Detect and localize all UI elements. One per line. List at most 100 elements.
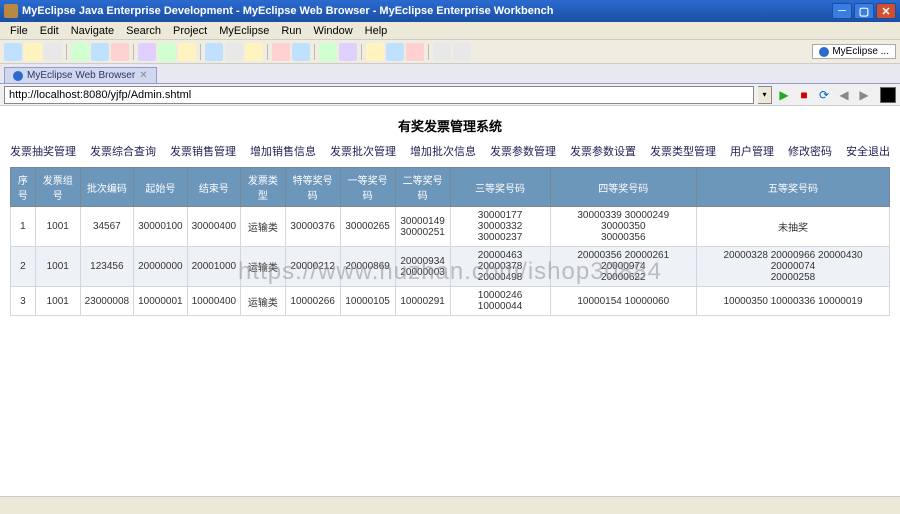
- menu-project[interactable]: Project: [167, 25, 213, 37]
- menu-search[interactable]: Search: [120, 25, 167, 37]
- reload-icon[interactable]: ⟳: [816, 87, 832, 103]
- refresh-icon[interactable]: [339, 43, 357, 61]
- table-cell: 30000100: [134, 207, 188, 247]
- new-class-icon[interactable]: [245, 43, 263, 61]
- menu-help[interactable]: Help: [359, 25, 394, 37]
- table-cell: 运输类: [241, 287, 286, 316]
- browser-address-bar: ▾ ▶ ■ ⟳ ◀ ▶: [0, 84, 900, 106]
- table-cell: 20000000: [134, 247, 188, 287]
- table-cell: 20001000: [187, 247, 241, 287]
- table-cell: 123456: [80, 247, 134, 287]
- nav-item[interactable]: 发票批次管理: [330, 143, 396, 159]
- tab-close-icon[interactable]: ✕: [139, 70, 147, 81]
- tab-browser[interactable]: MyEclipse Web Browser ✕: [4, 67, 157, 83]
- search-icon[interactable]: [272, 43, 290, 61]
- new-package-icon[interactable]: [225, 43, 243, 61]
- debug-icon[interactable]: [138, 43, 156, 61]
- table-cell: 运输类: [241, 247, 286, 287]
- menu-myeclipse[interactable]: MyEclipse: [213, 25, 275, 37]
- col-header: 五等奖号码: [697, 168, 890, 207]
- annotate-icon[interactable]: [292, 43, 310, 61]
- table-cell: 30000149 30000251: [395, 207, 450, 247]
- new-project-icon[interactable]: [205, 43, 223, 61]
- col-header: 二等奖号码: [395, 168, 450, 207]
- address-input[interactable]: [4, 86, 754, 104]
- run-icon[interactable]: [158, 43, 176, 61]
- table-cell: 运输类: [241, 207, 286, 247]
- forward-nav-icon[interactable]: [453, 43, 471, 61]
- build-icon[interactable]: [366, 43, 384, 61]
- nav-item[interactable]: 增加批次信息: [410, 143, 476, 159]
- save-icon[interactable]: [24, 43, 42, 61]
- go-icon[interactable]: ▶: [776, 87, 792, 103]
- table-cell: 20000328 20000966 20000430 20000074 2000…: [697, 247, 890, 287]
- table-row: 210011234562000000020001000运输类2000021220…: [11, 247, 890, 287]
- menu-bar: File Edit Navigate Search Project MyEcli…: [0, 22, 900, 40]
- browser-viewport: 有奖发票管理系统 发票抽奖管理 发票综合查询 发票销售管理 增加销售信息 发票批…: [0, 106, 900, 322]
- menu-window[interactable]: Window: [308, 25, 359, 37]
- table-cell: 20000463 20000378 20000498: [450, 247, 550, 287]
- deploy-icon[interactable]: [71, 43, 89, 61]
- nav-item[interactable]: 发票参数管理: [490, 143, 556, 159]
- new-icon[interactable]: [4, 43, 22, 61]
- nav-item[interactable]: 发票销售管理: [170, 143, 236, 159]
- nav-item[interactable]: 增加销售信息: [250, 143, 316, 159]
- table-row: 31001230000081000000110000400运输类10000266…: [11, 287, 890, 316]
- col-header: 发票类型: [241, 168, 286, 207]
- nav-item[interactable]: 修改密码: [788, 143, 832, 159]
- stop-icon[interactable]: ■: [796, 87, 812, 103]
- table-cell: 未抽奖: [697, 207, 890, 247]
- window-titlebar: MyEclipse Java Enterprise Development - …: [0, 0, 900, 22]
- menu-run[interactable]: Run: [275, 25, 307, 37]
- table-cell: 10000266: [285, 287, 340, 316]
- address-dropdown-icon[interactable]: ▾: [758, 86, 772, 104]
- nav-item[interactable]: 发票参数设置: [570, 143, 636, 159]
- external-tools-icon[interactable]: [178, 43, 196, 61]
- minimize-button[interactable]: ─: [832, 3, 852, 19]
- bookmark-icon[interactable]: [406, 43, 424, 61]
- server-icon[interactable]: [91, 43, 109, 61]
- nav-item[interactable]: 用户管理: [730, 143, 774, 159]
- page-title: 有奖发票管理系统: [10, 112, 890, 143]
- browser-tab-icon: [13, 71, 23, 81]
- table-cell: 10000291: [395, 287, 450, 316]
- table-header-row: 序号 发票组号 批次编码 起始号 结束号 发票类型 特等奖号码 一等奖号码 二等…: [11, 168, 890, 207]
- table-cell: 30000376: [285, 207, 340, 247]
- table-cell: 30000339 30000249 30000350 30000356: [550, 207, 696, 247]
- maximize-button[interactable]: ▢: [854, 3, 874, 19]
- table-cell: 10000154 10000060: [550, 287, 696, 316]
- table-cell: 30000177 30000332 30000237: [450, 207, 550, 247]
- myeclipse-perspective-icon: [819, 47, 829, 57]
- table-cell: 1001: [35, 287, 80, 316]
- save-all-icon[interactable]: [44, 43, 62, 61]
- nav-item[interactable]: 发票类型管理: [650, 143, 716, 159]
- sync-icon[interactable]: [319, 43, 337, 61]
- forward-icon[interactable]: ▶: [856, 87, 872, 103]
- table-cell: 34567: [80, 207, 134, 247]
- nav-item[interactable]: 发票抽奖管理: [10, 143, 76, 159]
- menu-navigate[interactable]: Navigate: [65, 25, 120, 37]
- perspective-switcher[interactable]: MyEclipse ...: [812, 44, 896, 59]
- table-cell: 3: [11, 287, 36, 316]
- table-cell: 10000350 10000336 10000019: [697, 287, 890, 316]
- nav-item[interactable]: 发票综合查询: [90, 143, 156, 159]
- back-icon[interactable]: ◀: [836, 87, 852, 103]
- table-cell: 20000934 20000003: [395, 247, 450, 287]
- color-swatch[interactable]: [880, 87, 896, 103]
- stop-server-icon[interactable]: [111, 43, 129, 61]
- table-cell: 20000356 20000261 20000974 20000622: [550, 247, 696, 287]
- editor-tabbar: MyEclipse Web Browser ✕: [0, 64, 900, 84]
- menu-file[interactable]: File: [4, 25, 34, 37]
- table-cell: 10000246 10000044: [450, 287, 550, 316]
- nav-item[interactable]: 安全退出: [846, 143, 890, 159]
- close-button[interactable]: ✕: [876, 3, 896, 19]
- menu-edit[interactable]: Edit: [34, 25, 65, 37]
- col-header: 发票组号: [35, 168, 80, 207]
- table-cell: 20000869: [340, 247, 395, 287]
- table-cell: 30000400: [187, 207, 241, 247]
- back-nav-icon[interactable]: [433, 43, 451, 61]
- col-header: 批次编码: [80, 168, 134, 207]
- validate-icon[interactable]: [386, 43, 404, 61]
- tab-label: MyEclipse Web Browser: [27, 70, 135, 81]
- col-header: 结束号: [187, 168, 241, 207]
